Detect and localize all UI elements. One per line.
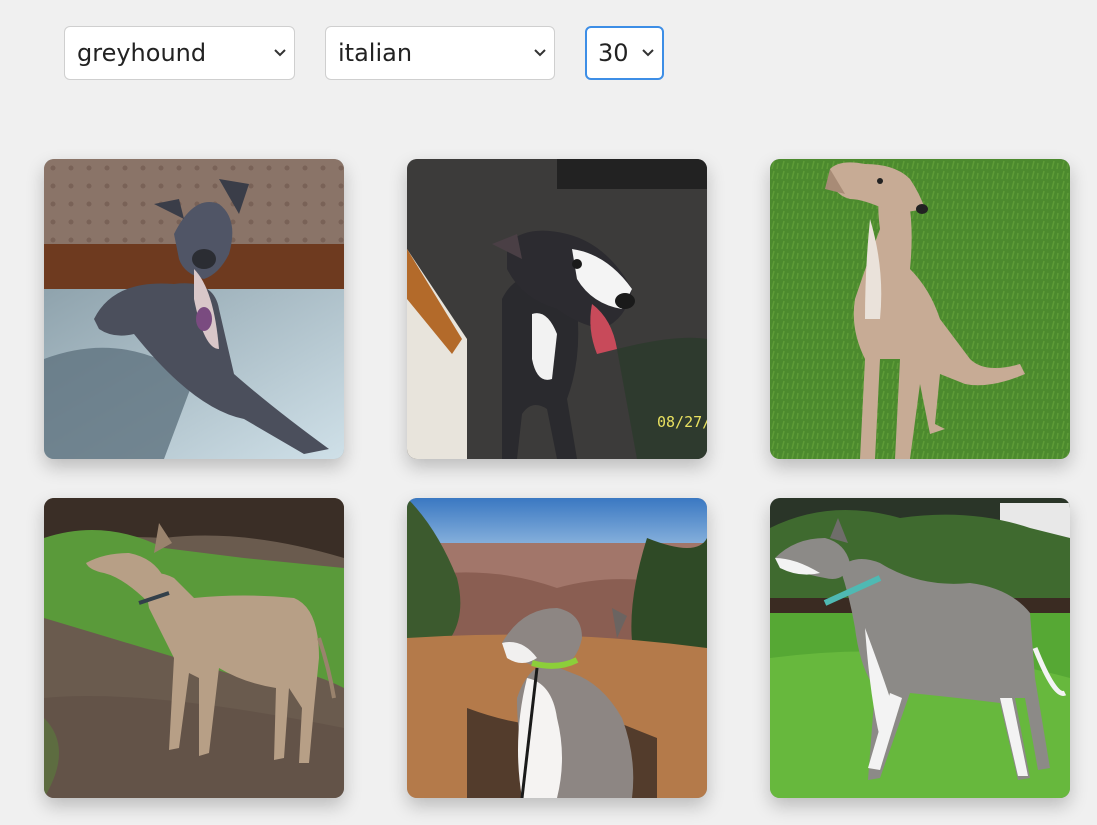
dog-photo[interactable] [770, 498, 1070, 798]
dog-photo[interactable] [407, 498, 707, 798]
sub-breed-select[interactable]: italian [325, 26, 555, 80]
dog-photo-image [44, 498, 344, 798]
sub-breed-select-value: italian [338, 39, 413, 67]
dog-photo[interactable] [44, 159, 344, 459]
dog-photo-image: 08/27/2 [407, 159, 707, 459]
dog-photo-image [44, 159, 344, 459]
count-select-value: 30 [598, 39, 629, 67]
dog-photo[interactable]: 08/27/2 [407, 159, 707, 459]
chevron-down-icon [526, 27, 554, 79]
dog-photo[interactable] [44, 498, 344, 798]
dog-photo-image [770, 159, 1070, 459]
filter-bar: greyhound italian 30 [64, 26, 1064, 82]
chevron-down-icon [634, 28, 662, 78]
dog-photo[interactable] [770, 159, 1070, 459]
date-stamp: 08/27/2 [657, 413, 707, 431]
breed-select-value: greyhound [77, 39, 207, 67]
dog-photo-image [770, 498, 1070, 798]
dog-photo-image [407, 498, 707, 798]
count-select[interactable]: 30 [585, 26, 664, 80]
breed-select[interactable]: greyhound [64, 26, 295, 80]
chevron-down-icon [266, 27, 294, 79]
